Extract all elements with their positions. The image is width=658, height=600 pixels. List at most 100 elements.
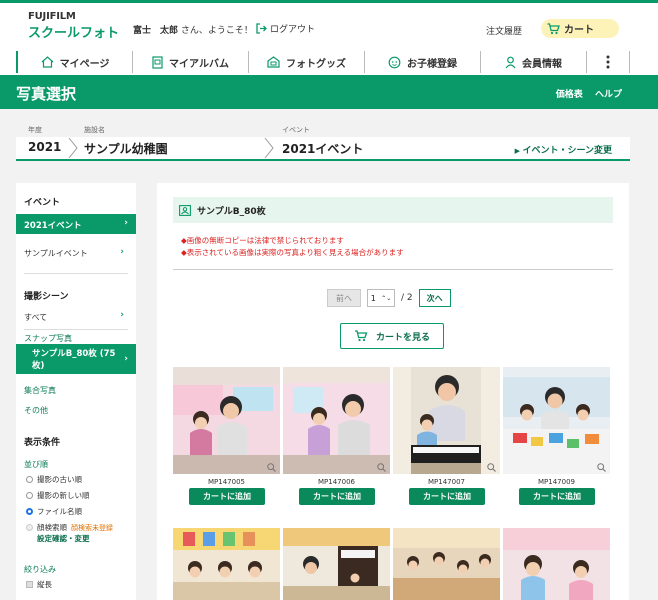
change-event-scene-link[interactable]: ▶ イベント・シーン変更 [515, 143, 612, 156]
logout-link[interactable]: ログアウト [256, 22, 315, 35]
order-history-link[interactable]: 注文履歴 [486, 24, 522, 37]
photo-thumbnail[interactable] [173, 528, 280, 600]
face-unregistered-note: 顔検索未登録 [71, 523, 113, 532]
vertical-dots-icon [606, 55, 610, 69]
nav-item-child-registration[interactable]: お子様登録 [364, 51, 480, 73]
radio-label: 撮影の新しい順 [37, 491, 90, 500]
zoom-icon[interactable] [377, 463, 386, 472]
welcome-suffix: さん、ようこそ！ [180, 26, 253, 36]
add-to-cart-button[interactable]: カートに追加 [299, 488, 375, 505]
sort-order-label: 並び順 [24, 460, 48, 469]
prev-page-button[interactable]: 前へ [327, 289, 361, 307]
radio-label: 撮影の古い順 [37, 475, 82, 484]
nav-item-photogoods[interactable]: フォトグッズ [248, 51, 364, 73]
radio-circle [26, 476, 33, 483]
filter-label: 絞り込み [24, 565, 56, 574]
photo-thumbnail[interactable] [393, 367, 500, 474]
event-heading: イベント [24, 198, 61, 208]
chevron-right-icon: › [120, 247, 124, 257]
photo-card [393, 528, 500, 600]
price-list-link[interactable]: 価格表 [556, 90, 583, 100]
nav-label: 会員情報 [522, 58, 562, 70]
sidebar-item-scene-sample-b[interactable]: サンプルB_80枚 (75 枚) › [16, 344, 136, 374]
site-header: FUJIFILM スクールフォト 富士 太郎 さん、ようこそ！ ログアウト 注文… [0, 3, 658, 47]
photo-card: MP147006 カートに追加 [283, 367, 390, 507]
page-title: 写真選択 [16, 85, 77, 103]
sidebar-item-label: 枚) [32, 361, 45, 371]
add-to-cart-button[interactable]: カートに追加 [189, 488, 265, 505]
sidebar: イベント 2021イベント › サンプルイベント › 撮影シーン すべて › ス… [16, 183, 136, 600]
page-select[interactable]: 1 ⌃⌄ [367, 289, 395, 307]
nav-label: マイページ [59, 58, 110, 70]
nav-item-member-info[interactable]: 会員情報 [480, 51, 586, 73]
help-link[interactable]: ヘルプ [595, 90, 622, 100]
photo-card [283, 528, 390, 600]
sort-newest-radio[interactable]: 撮影の新しい順 [26, 490, 90, 501]
sort-filename-radio[interactable]: ファイル名順 [26, 506, 82, 517]
cart-button[interactable]: カート [541, 19, 619, 38]
warning-copy: ◆画像の無断コピーは法律で禁じられております [181, 236, 344, 245]
scene-other[interactable]: その他 [24, 405, 48, 416]
member-icon [505, 56, 516, 69]
radio-circle [26, 492, 33, 499]
main-nav: マイページ マイアルバム フォトグッズ お子様登録 会員情報 [0, 47, 658, 77]
face-settings-link[interactable]: 設定確認・変更 [37, 533, 90, 544]
scene-group-snapshot[interactable]: スナップ写真 [24, 333, 72, 344]
sort-oldest-radio[interactable]: 撮影の古い順 [26, 474, 82, 485]
photo-thumbnail[interactable] [503, 528, 610, 600]
checkbox-box [26, 581, 33, 588]
sidebar-item-label: サンプルB_80枚 (75 [32, 349, 116, 359]
updown-icon: ⌃⌄ [381, 294, 392, 302]
photo-thumbnail[interactable] [173, 367, 280, 474]
page-select-value: 1 [370, 293, 376, 303]
view-cart-button[interactable]: カートを見る [340, 323, 444, 349]
breadcrumb: 2021 サンプル幼稚園 2021イベント ▶ イベント・シーン変更 [16, 137, 630, 161]
photo-card [503, 528, 610, 600]
sidebar-item-sample-event[interactable]: サンプルイベント › [24, 247, 128, 264]
zoom-icon[interactable] [597, 463, 606, 472]
event-caption: イベント [282, 126, 310, 134]
app-logo[interactable]: スクールフォト [28, 22, 119, 41]
sidebar-item-event-2021[interactable]: 2021イベント › [16, 214, 136, 234]
album-title: サンプルB_80枚 [197, 206, 266, 217]
goods-icon [267, 56, 280, 68]
zoom-icon[interactable] [267, 463, 276, 472]
user-name: 富士 太郎 [133, 26, 179, 36]
nav-label: お子様登録 [407, 58, 457, 70]
facility-caption: 施設名 [84, 126, 105, 134]
nav-item-mypage[interactable]: マイページ [16, 51, 132, 73]
filter-portrait-checkbox[interactable]: 縦長 [26, 579, 52, 590]
photo-thumbnail[interactable] [503, 367, 610, 474]
breadcrumb-year: 2021 [28, 140, 62, 154]
nav-item-myalbum[interactable]: マイアルバム [132, 51, 248, 73]
album-icon [152, 55, 163, 69]
home-icon [41, 56, 54, 68]
logout-icon [256, 23, 267, 34]
year-caption: 年度 [28, 126, 42, 134]
sort-face-radio[interactable]: 顔検索順 顔検索未登録 [26, 522, 113, 533]
more-menu-button[interactable] [586, 51, 630, 73]
cart-icon [354, 330, 368, 342]
add-to-cart-button[interactable]: カートに追加 [409, 488, 485, 505]
display-conditions-heading: 表示条件 [24, 438, 61, 448]
breadcrumb-facility: サンプル幼稚園 [84, 142, 168, 156]
divider [24, 273, 128, 274]
page-total: / 2 [401, 293, 413, 303]
logout-label: ログアウト [270, 25, 316, 35]
nav-label: フォトグッズ [286, 58, 346, 70]
album-header: サンプルB_80枚 [173, 197, 613, 223]
page-title-bar: 写真選択 価格表 ヘルプ [0, 77, 658, 109]
brand-logo[interactable]: FUJIFILM [28, 11, 76, 22]
chevron-right-icon [68, 137, 78, 159]
sidebar-item-scene-all[interactable]: すべて › [24, 310, 128, 326]
zoom-icon[interactable] [487, 463, 496, 472]
photo-thumbnail[interactable] [283, 528, 390, 600]
add-to-cart-button[interactable]: カートに追加 [519, 488, 595, 505]
scene-group-photo[interactable]: 集合写真 [24, 385, 56, 396]
scene-heading: 撮影シーン [24, 292, 69, 302]
next-page-button[interactable]: 次へ [418, 289, 451, 307]
nav-label: マイアルバム [169, 58, 229, 70]
photo-thumbnail[interactable] [393, 528, 500, 600]
chevron-right-icon: › [124, 218, 128, 228]
photo-thumbnail[interactable] [283, 367, 390, 474]
